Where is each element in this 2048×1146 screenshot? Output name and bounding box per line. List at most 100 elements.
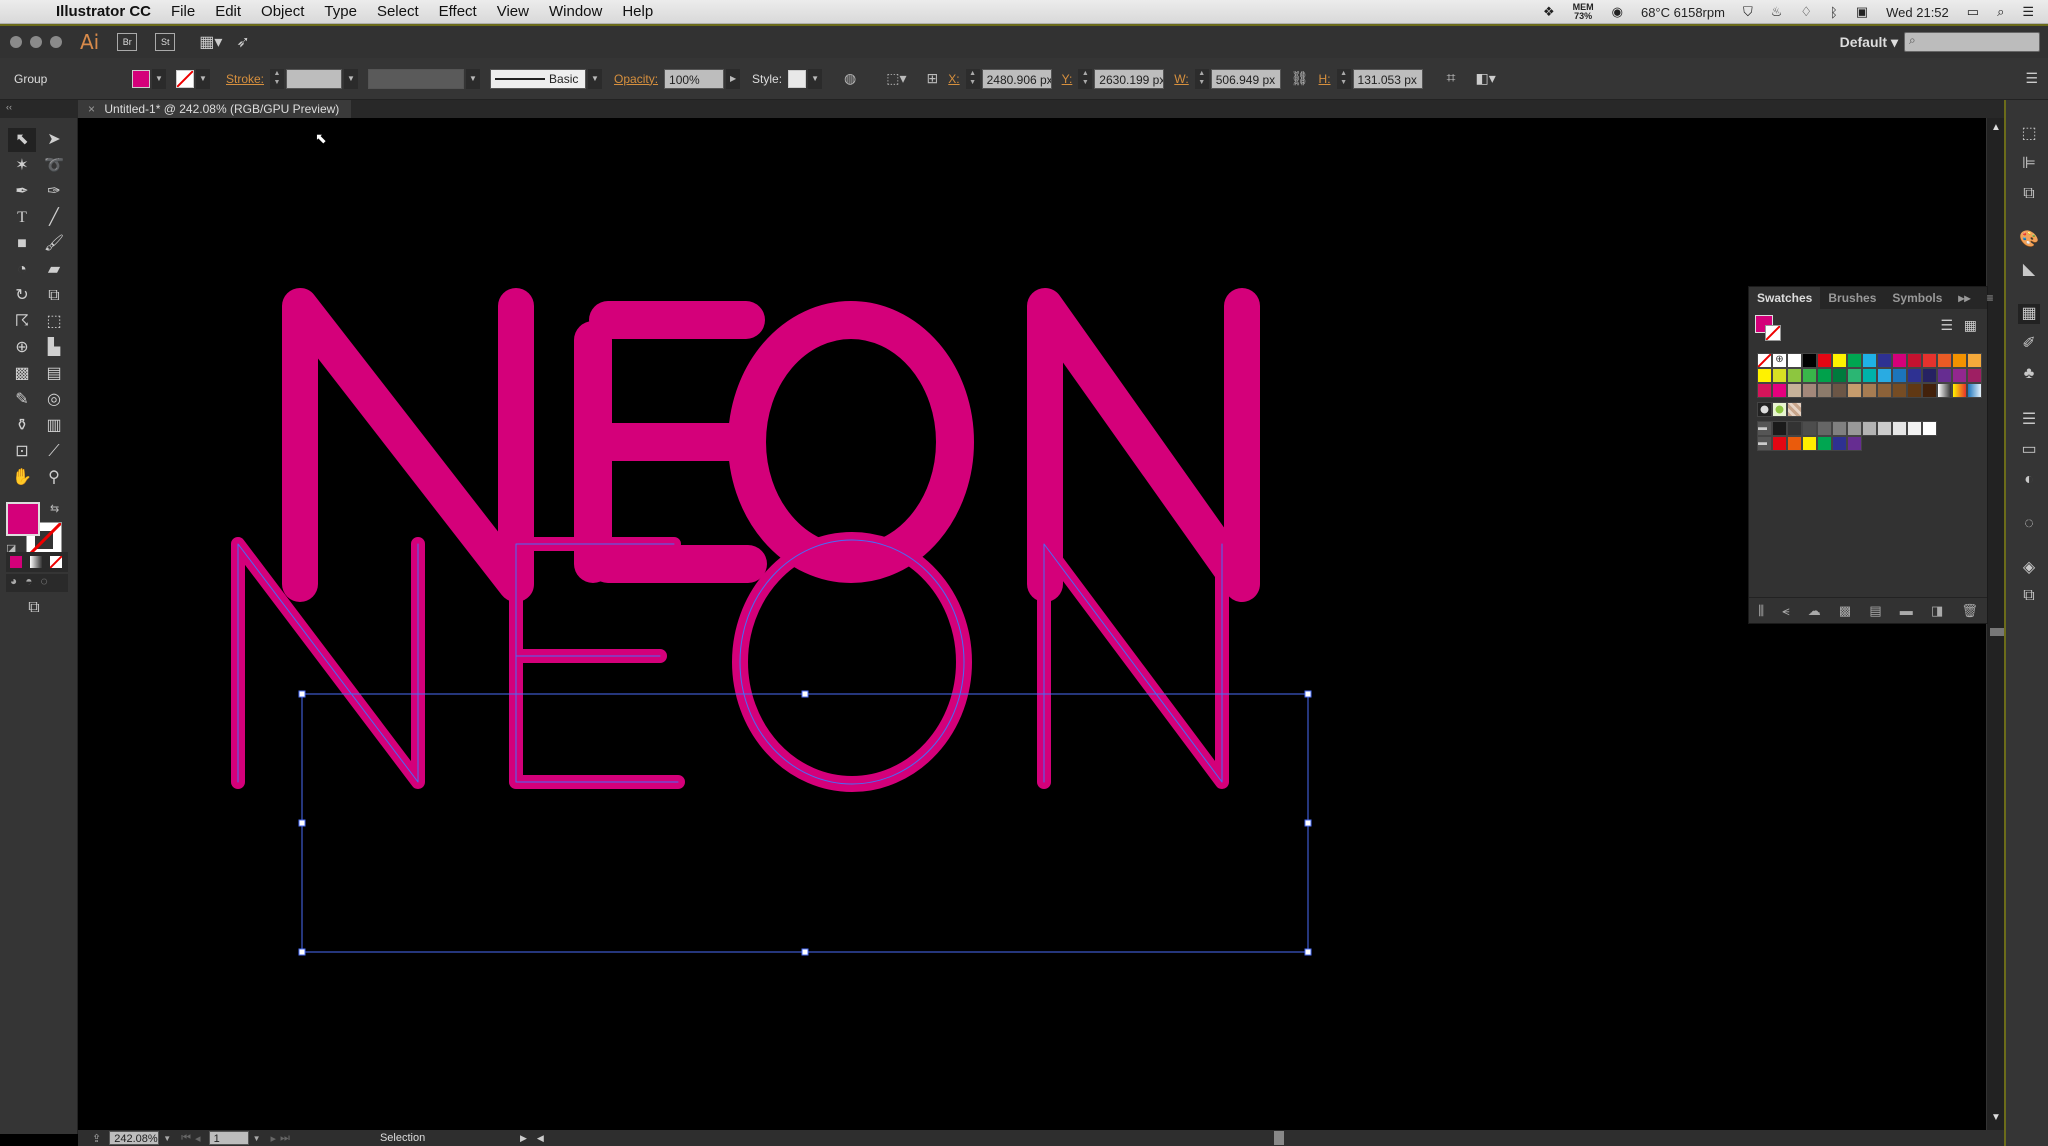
swap-fill-stroke-icon[interactable]: ⇆ — [50, 502, 59, 515]
letter-o-filled[interactable] — [728, 301, 974, 583]
resize-handle[interactable] — [1304, 819, 1312, 827]
fill-color-box[interactable] — [6, 502, 40, 536]
color-swatch[interactable] — [1847, 383, 1862, 398]
pattern-swatch[interactable] — [1787, 402, 1802, 417]
next-artboard-button[interactable]: ▸ — [271, 1132, 277, 1145]
help-search-input[interactable]: ⌕ — [1904, 32, 2040, 52]
color-swatch[interactable] — [1772, 383, 1787, 398]
color-swatch[interactable] — [1847, 368, 1862, 383]
opacity-slider-toggle[interactable]: ▶ — [726, 68, 741, 89]
creative-cloud-icon[interactable]: ◉ — [1612, 4, 1623, 20]
stroke-weight-stepper[interactable]: ▲ ▼ — [270, 68, 285, 89]
color-swatch[interactable] — [1787, 421, 1802, 436]
new-swatch-icon[interactable]: ◨ — [1931, 603, 1943, 619]
gradient-mode-button[interactable] — [30, 556, 42, 568]
hand-tool-icon[interactable]: ✋ — [8, 466, 36, 490]
color-swatch[interactable] — [1847, 436, 1862, 451]
blend-tool-icon[interactable]: ◎ — [40, 388, 68, 412]
tab-brushes[interactable]: Brushes — [1820, 287, 1884, 309]
gpu-performance-icon[interactable]: ➶ — [236, 32, 249, 52]
swatch-options-icon[interactable]: ▤ — [1869, 603, 1881, 619]
color-swatch[interactable] — [1772, 368, 1787, 383]
none-mode-button[interactable] — [50, 556, 62, 568]
resize-handle[interactable] — [801, 948, 809, 956]
last-artboard-button[interactable]: ⏭ — [280, 1132, 290, 1145]
vertical-scrollbar[interactable]: ▲ ▼ — [1986, 118, 2004, 1134]
stroke-weight-dropdown[interactable]: ▼ — [344, 68, 359, 89]
stroke-swatch-none[interactable] — [176, 69, 194, 88]
menu-select[interactable]: Select — [377, 3, 419, 20]
color-swatch[interactable] — [1907, 353, 1922, 368]
list-view-icon[interactable]: ☰ — [1940, 317, 1953, 334]
tab-swatches[interactable]: Swatches — [1749, 287, 1821, 309]
letter-n2-filled[interactable] — [1027, 288, 1260, 602]
transform-icon[interactable]: ⌗ — [1447, 70, 1456, 88]
artboard-tool-icon[interactable]: ⊡ — [8, 440, 36, 464]
color-swatch[interactable] — [1772, 421, 1787, 436]
isolate-group-icon[interactable]: ◧▾ — [1476, 70, 1496, 87]
color-swatch[interactable] — [1832, 353, 1847, 368]
color-group-folder-icon[interactable]: ▬ — [1757, 421, 1772, 436]
panel-expand-icon[interactable]: ▸▸ — [1950, 287, 1978, 309]
control-panel-menu-icon[interactable]: ☰ — [2025, 70, 2038, 87]
appearance-panel-icon[interactable]: ◌ — [2018, 514, 2040, 534]
color-swatch[interactable] — [1922, 383, 1937, 398]
stroke-label[interactable]: Stroke: — [226, 72, 264, 86]
color-swatch[interactable] — [1877, 383, 1892, 398]
swatch-libraries-icon[interactable]: ⫼ — [1758, 603, 1764, 619]
lasso-tool-icon[interactable]: ➰ — [40, 154, 68, 178]
menu-help[interactable]: Help — [622, 3, 653, 20]
registration-swatch[interactable]: ⊕ — [1772, 353, 1787, 368]
color-swatch[interactable] — [1802, 353, 1817, 368]
stock-button[interactable]: St — [155, 33, 176, 51]
color-group-folder-icon[interactable]: ▬ — [1757, 436, 1772, 451]
bridge-button[interactable]: Br — [117, 33, 138, 51]
prev-artboard-button[interactable]: ◂ — [195, 1132, 201, 1145]
gradient-swatch[interactable] — [1967, 383, 1982, 398]
gradient-panel-icon[interactable]: ▭ — [2018, 440, 2040, 460]
style-dropdown[interactable]: ▼ — [808, 68, 823, 89]
gradient-swatch[interactable] — [1937, 383, 1952, 398]
color-swatch[interactable] — [1787, 436, 1802, 451]
color-swatch[interactable] — [1907, 421, 1922, 436]
zoom-window-button[interactable] — [50, 36, 62, 48]
draw-behind-icon[interactable]: ◓ — [25, 574, 32, 592]
resize-handle[interactable] — [801, 690, 809, 698]
w-stepper[interactable]: ▲ ▼ — [1194, 68, 1209, 89]
scale-tool-icon[interactable]: ⧉ — [40, 284, 68, 308]
menu-effect[interactable]: Effect — [439, 3, 477, 20]
draw-inside-icon[interactable]: ◌ — [41, 574, 48, 592]
magic-wand-tool-icon[interactable]: ✶ — [8, 154, 36, 178]
color-swatch[interactable] — [1832, 368, 1847, 383]
y-position-input[interactable]: 2630.199 px — [1094, 68, 1165, 89]
brush-definition[interactable]: Basic — [490, 68, 587, 89]
bluetooth-icon[interactable]: ᛒ — [1830, 5, 1838, 20]
show-swatch-kinds-icon[interactable]: ▩ — [1839, 603, 1851, 619]
stroke-panel-icon[interactable]: ☰ — [2018, 410, 2040, 430]
memory-status[interactable]: MEM 73% — [1573, 3, 1594, 21]
resize-handle[interactable] — [298, 690, 306, 698]
column-graph-tool-icon[interactable]: ▥ — [40, 414, 68, 438]
variable-width-profile[interactable] — [368, 68, 465, 89]
close-window-button[interactable] — [10, 36, 22, 48]
color-swatch[interactable] — [1787, 383, 1802, 398]
color-swatch[interactable] — [1817, 436, 1832, 451]
slice-tool-icon[interactable]: ⟋ — [40, 440, 68, 464]
fill-swatch[interactable] — [132, 69, 150, 88]
gradient-tool-icon[interactable]: ▤ — [40, 362, 68, 386]
tab-symbols[interactable]: Symbols — [1884, 287, 1950, 309]
stroke-dropdown[interactable]: ▼ — [196, 68, 210, 89]
neon-text-filled[interactable] — [282, 288, 1260, 602]
resize-handle[interactable] — [1304, 948, 1312, 956]
letter-n-filled[interactable] — [282, 288, 534, 602]
color-swatch[interactable] — [1892, 383, 1907, 398]
brush-dropdown[interactable]: ▼ — [588, 68, 603, 89]
color-swatch[interactable] — [1802, 383, 1817, 398]
close-tab-icon[interactable]: × — [88, 102, 95, 116]
color-swatch[interactable] — [1757, 368, 1772, 383]
zoom-level-input[interactable]: 242.08% — [109, 1131, 160, 1145]
rectangle-tool-icon[interactable]: ■ — [8, 232, 36, 256]
opacity-input[interactable]: 100% — [664, 68, 725, 89]
cc-libraries-icon[interactable]: ☁ — [1808, 603, 1821, 619]
collapse-toolbox-icon[interactable]: ‹‹ — [6, 102, 12, 112]
